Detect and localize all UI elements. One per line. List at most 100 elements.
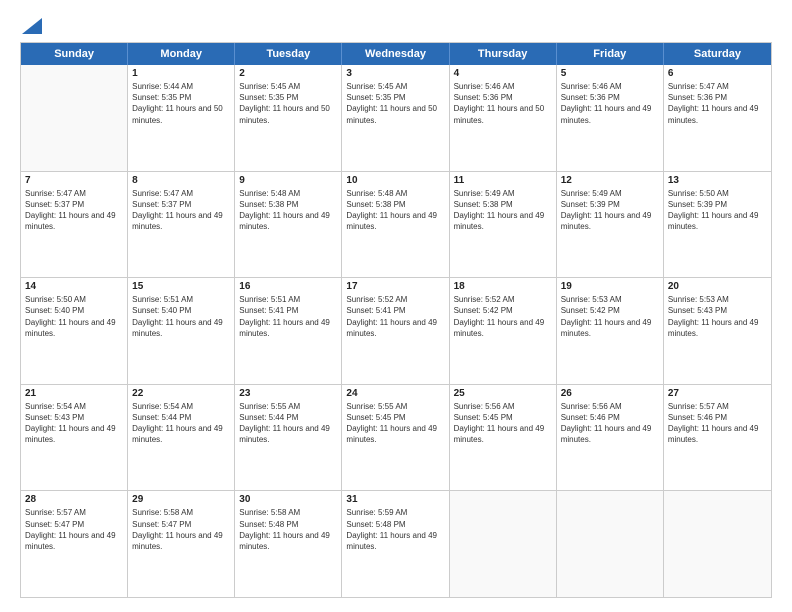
- day-number: 4: [454, 68, 552, 79]
- day-number: 20: [668, 281, 767, 292]
- cell-info: Sunrise: 5:45 AMSunset: 5:35 PMDaylight:…: [346, 81, 444, 126]
- cell-info: Sunrise: 5:56 AMSunset: 5:46 PMDaylight:…: [561, 401, 659, 446]
- cell-info: Sunrise: 5:58 AMSunset: 5:48 PMDaylight:…: [239, 507, 337, 552]
- day-number: 23: [239, 388, 337, 399]
- header-day-friday: Friday: [557, 43, 664, 65]
- calendar-cell: 22 Sunrise: 5:54 AMSunset: 5:44 PMDayligh…: [128, 385, 235, 491]
- calendar-cell: 9Sunrise: 5:48 AMSunset: 5:38 PMDaylight…: [235, 172, 342, 278]
- day-number: 8: [132, 175, 230, 186]
- header-day-sunday: Sunday: [21, 43, 128, 65]
- cell-info: Sunrise: 5:55 AMSunset: 5:45 PMDaylight:…: [346, 401, 444, 446]
- page: SundayMondayTuesdayWednesdayThursdayFrid…: [0, 0, 792, 612]
- calendar-cell: 19 Sunrise: 5:53 AMSunset: 5:42 PMDayligh…: [557, 278, 664, 384]
- calendar-week-3: 21 Sunrise: 5:54 AMSunset: 5:43 PMDayligh…: [21, 385, 771, 492]
- calendar-cell: 23 Sunrise: 5:55 AMSunset: 5:44 PMDayligh…: [235, 385, 342, 491]
- cell-info: Sunrise: 5:50 AMSunset: 5:40 PMDaylight:…: [25, 294, 123, 339]
- day-number: 22: [132, 388, 230, 399]
- calendar-cell: 25Sunrise: 5:56 AMSunset: 5:45 PMDayligh…: [450, 385, 557, 491]
- day-number: 11: [454, 175, 552, 186]
- calendar-cell: 13 Sunrise: 5:50 AMSunset: 5:39 PMDayligh…: [664, 172, 771, 278]
- calendar-cell: [664, 491, 771, 597]
- calendar-cell: 12Sunrise: 5:49 AMSunset: 5:39 PMDayligh…: [557, 172, 664, 278]
- calendar-cell: 15 Sunrise: 5:51 AMSunset: 5:40 PMDayligh…: [128, 278, 235, 384]
- calendar-cell: 1 Sunrise: 5:44 AMSunset: 5:35 PMDaylight…: [128, 65, 235, 171]
- calendar-cell: [557, 491, 664, 597]
- calendar-cell: 11Sunrise: 5:49 AMSunset: 5:38 PMDayligh…: [450, 172, 557, 278]
- cell-info: Sunrise: 5:53 AMSunset: 5:42 PMDaylight:…: [561, 294, 659, 339]
- cell-info: Sunrise: 5:44 AMSunset: 5:35 PMDaylight:…: [132, 81, 230, 126]
- calendar-cell: 7 Sunrise: 5:47 AMSunset: 5:37 PMDaylight…: [21, 172, 128, 278]
- calendar-cell: 8 Sunrise: 5:47 AMSunset: 5:37 PMDaylight…: [128, 172, 235, 278]
- cell-info: Sunrise: 5:53 AMSunset: 5:43 PMDaylight:…: [668, 294, 767, 339]
- day-number: 10: [346, 175, 444, 186]
- cell-info: Sunrise: 5:47 AMSunset: 5:37 PMDaylight:…: [25, 188, 123, 233]
- day-number: 6: [668, 68, 767, 79]
- day-number: 9: [239, 175, 337, 186]
- cell-info: Sunrise: 5:52 AMSunset: 5:42 PMDaylight:…: [454, 294, 552, 339]
- day-number: 27: [668, 388, 767, 399]
- day-number: 13: [668, 175, 767, 186]
- calendar-cell: 6 Sunrise: 5:47 AMSunset: 5:36 PMDaylight…: [664, 65, 771, 171]
- day-number: 14: [25, 281, 123, 292]
- day-number: 3: [346, 68, 444, 79]
- calendar-cell: 21 Sunrise: 5:54 AMSunset: 5:43 PMDayligh…: [21, 385, 128, 491]
- cell-info: Sunrise: 5:57 AMSunset: 5:47 PMDaylight:…: [25, 507, 123, 552]
- calendar-cell: [21, 65, 128, 171]
- calendar-week-2: 14 Sunrise: 5:50 AMSunset: 5:40 PMDayligh…: [21, 278, 771, 385]
- cell-info: Sunrise: 5:54 AMSunset: 5:43 PMDaylight:…: [25, 401, 123, 446]
- calendar-cell: 10 Sunrise: 5:48 AMSunset: 5:38 PMDayligh…: [342, 172, 449, 278]
- header-day-saturday: Saturday: [664, 43, 771, 65]
- calendar-cell: 31 Sunrise: 5:59 AMSunset: 5:48 PMDayligh…: [342, 491, 449, 597]
- cell-info: Sunrise: 5:55 AMSunset: 5:44 PMDaylight:…: [239, 401, 337, 446]
- cell-info: Sunrise: 5:58 AMSunset: 5:47 PMDaylight:…: [132, 507, 230, 552]
- header-day-monday: Monday: [128, 43, 235, 65]
- header-day-tuesday: Tuesday: [235, 43, 342, 65]
- cell-info: Sunrise: 5:50 AMSunset: 5:39 PMDaylight:…: [668, 188, 767, 233]
- cell-info: Sunrise: 5:47 AMSunset: 5:37 PMDaylight:…: [132, 188, 230, 233]
- calendar-cell: 2Sunrise: 5:45 AMSunset: 5:35 PMDaylight…: [235, 65, 342, 171]
- day-number: 25: [454, 388, 552, 399]
- header-day-thursday: Thursday: [450, 43, 557, 65]
- cell-info: Sunrise: 5:54 AMSunset: 5:44 PMDaylight:…: [132, 401, 230, 446]
- day-number: 21: [25, 388, 123, 399]
- calendar-cell: 28 Sunrise: 5:57 AMSunset: 5:47 PMDayligh…: [21, 491, 128, 597]
- day-number: 16: [239, 281, 337, 292]
- cell-info: Sunrise: 5:48 AMSunset: 5:38 PMDaylight:…: [346, 188, 444, 233]
- calendar-header: SundayMondayTuesdayWednesdayThursdayFrid…: [21, 43, 771, 65]
- day-number: 31: [346, 494, 444, 505]
- day-number: 19: [561, 281, 659, 292]
- day-number: 28: [25, 494, 123, 505]
- day-number: 15: [132, 281, 230, 292]
- cell-info: Sunrise: 5:46 AMSunset: 5:36 PMDaylight:…: [454, 81, 552, 126]
- logo: [20, 18, 42, 34]
- cell-info: Sunrise: 5:47 AMSunset: 5:36 PMDaylight:…: [668, 81, 767, 126]
- calendar-week-1: 7 Sunrise: 5:47 AMSunset: 5:37 PMDaylight…: [21, 172, 771, 279]
- day-number: 29: [132, 494, 230, 505]
- day-number: 26: [561, 388, 659, 399]
- day-number: 5: [561, 68, 659, 79]
- cell-info: Sunrise: 5:52 AMSunset: 5:41 PMDaylight:…: [346, 294, 444, 339]
- calendar-cell: 26 Sunrise: 5:56 AMSunset: 5:46 PMDayligh…: [557, 385, 664, 491]
- cell-info: Sunrise: 5:59 AMSunset: 5:48 PMDaylight:…: [346, 507, 444, 552]
- calendar-cell: 14 Sunrise: 5:50 AMSunset: 5:40 PMDayligh…: [21, 278, 128, 384]
- calendar-cell: 4 Sunrise: 5:46 AMSunset: 5:36 PMDaylight…: [450, 65, 557, 171]
- calendar-cell: [450, 491, 557, 597]
- day-number: 2: [239, 68, 337, 79]
- calendar-week-0: 1 Sunrise: 5:44 AMSunset: 5:35 PMDaylight…: [21, 65, 771, 172]
- day-number: 1: [132, 68, 230, 79]
- day-number: 18: [454, 281, 552, 292]
- day-number: 7: [25, 175, 123, 186]
- day-number: 30: [239, 494, 337, 505]
- cell-info: Sunrise: 5:51 AMSunset: 5:40 PMDaylight:…: [132, 294, 230, 339]
- header: [20, 18, 772, 34]
- header-day-wednesday: Wednesday: [342, 43, 449, 65]
- cell-info: Sunrise: 5:51 AMSunset: 5:41 PMDaylight:…: [239, 294, 337, 339]
- calendar: SundayMondayTuesdayWednesdayThursdayFrid…: [20, 42, 772, 598]
- calendar-cell: 27 Sunrise: 5:57 AMSunset: 5:46 PMDayligh…: [664, 385, 771, 491]
- calendar-cell: 29 Sunrise: 5:58 AMSunset: 5:47 PMDayligh…: [128, 491, 235, 597]
- calendar-cell: 18 Sunrise: 5:52 AMSunset: 5:42 PMDayligh…: [450, 278, 557, 384]
- calendar-cell: 30 Sunrise: 5:58 AMSunset: 5:48 PMDayligh…: [235, 491, 342, 597]
- calendar-cell: 17Sunrise: 5:52 AMSunset: 5:41 PMDayligh…: [342, 278, 449, 384]
- calendar-week-4: 28 Sunrise: 5:57 AMSunset: 5:47 PMDayligh…: [21, 491, 771, 597]
- cell-info: Sunrise: 5:57 AMSunset: 5:46 PMDaylight:…: [668, 401, 767, 446]
